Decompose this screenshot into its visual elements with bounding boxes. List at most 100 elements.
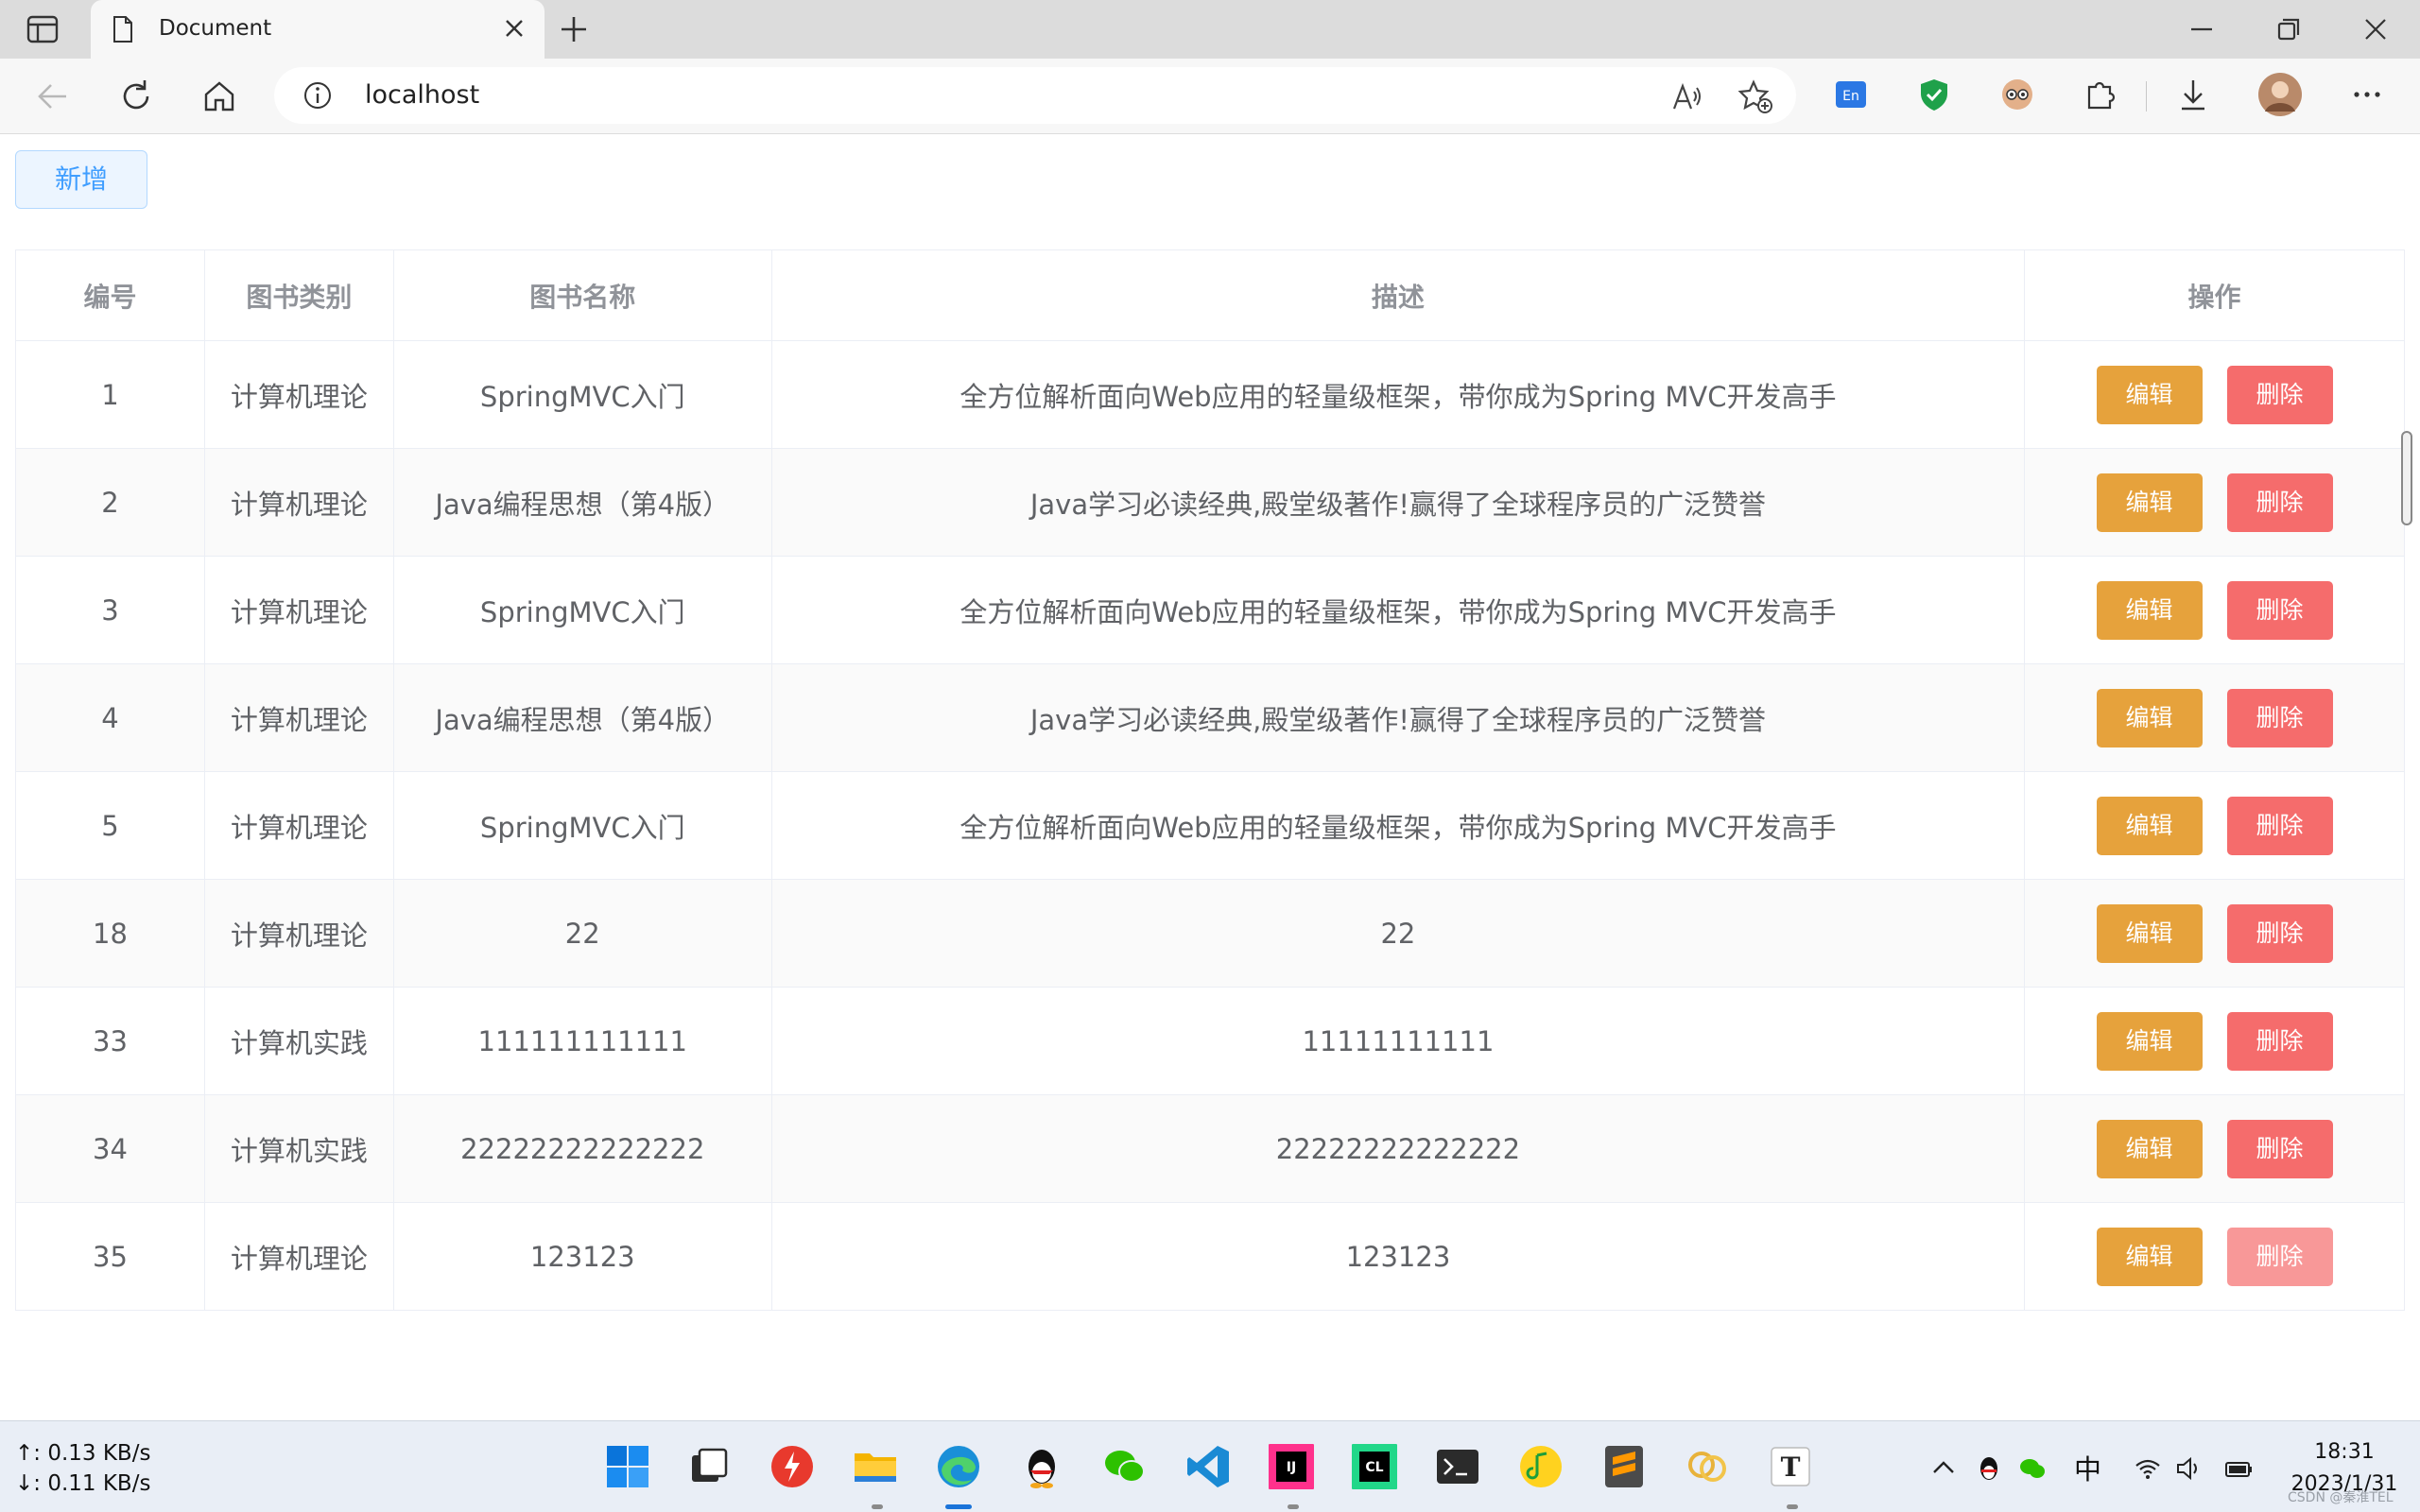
edge-browser-icon[interactable]: [934, 1442, 983, 1491]
edit-button[interactable]: 编辑: [2096, 1011, 2203, 1071]
delete-button[interactable]: 删除: [2226, 472, 2333, 532]
delete-button[interactable]: 删除: [2226, 580, 2333, 640]
svg-text:CL: CL: [1365, 1460, 1383, 1475]
edit-button[interactable]: 编辑: [2096, 580, 2203, 640]
cell-actions: 编辑 删除: [2024, 1202, 2405, 1311]
edit-button[interactable]: 编辑: [2096, 796, 2203, 855]
edit-button[interactable]: 编辑: [2096, 903, 2203, 963]
cell-category: 计算机理论: [203, 556, 394, 664]
cell-id: 33: [15, 987, 205, 1095]
delete-button[interactable]: 删除: [2226, 796, 2333, 855]
delete-button[interactable]: 删除: [2226, 1227, 2333, 1286]
translate-extension-icon[interactable]: En: [1832, 76, 1870, 113]
url-text[interactable]: localhost: [365, 80, 479, 110]
cell-description: 全方位解析面向Web应用的轻量级框架，带你成为Spring MVC开发高手: [770, 340, 2026, 449]
header-actions: 操作: [2024, 249, 2405, 341]
restore-icon[interactable]: [2273, 13, 2305, 45]
cell-id: 3: [15, 556, 205, 664]
network-speed: ↑: 0.13 KB/s ↓: 0.11 KB/s: [15, 1438, 150, 1499]
minimize-icon[interactable]: [2186, 13, 2218, 45]
cell-id: 1: [15, 340, 205, 449]
tampermonkey-extension-icon[interactable]: [1998, 76, 2036, 113]
add-favorite-icon[interactable]: [1737, 78, 1773, 114]
tab-title: Document: [159, 16, 272, 41]
intellij-app-icon[interactable]: IJ: [1267, 1442, 1316, 1491]
shield-extension-icon[interactable]: [1915, 76, 1953, 113]
cell-id: 18: [15, 879, 205, 988]
edit-button[interactable]: 编辑: [2096, 1227, 2203, 1286]
cell-category: 计算机实践: [203, 1094, 394, 1203]
baidu-netdisk-icon[interactable]: [1683, 1442, 1732, 1491]
edit-button[interactable]: 编辑: [2096, 1119, 2203, 1178]
clock-time: 18:31: [2314, 1440, 2375, 1464]
wifi-icon[interactable]: [2133, 1453, 2163, 1484]
delete-button[interactable]: 删除: [2226, 365, 2333, 424]
table-row: 4 计算机理论 Java编程思想（第4版） Java学习必读经典,殿堂级著作!赢…: [15, 663, 2405, 772]
cell-actions: 编辑 删除: [2024, 879, 2405, 988]
cell-actions: 编辑 删除: [2024, 771, 2405, 880]
delete-button[interactable]: 删除: [2226, 688, 2333, 747]
svg-text:T: T: [1781, 1452, 1801, 1483]
edit-button[interactable]: 编辑: [2096, 472, 2203, 532]
table-row: 35 计算机理论 123123 123123 编辑 删除: [15, 1202, 2405, 1311]
svg-text:En: En: [1842, 89, 1859, 104]
start-windows-icon[interactable]: [603, 1442, 652, 1491]
profile-avatar[interactable]: [2257, 72, 2303, 117]
show-hidden-icons-chevron-icon[interactable]: [1928, 1453, 1959, 1484]
delete-button[interactable]: 删除: [2226, 1011, 2333, 1071]
table-row: 18 计算机理论 22 22 编辑 删除: [15, 879, 2405, 988]
cell-name: Java编程思想（第4版）: [392, 663, 772, 772]
add-button[interactable]: 新增: [15, 150, 147, 209]
edit-button[interactable]: 编辑: [2096, 688, 2203, 747]
delete-button[interactable]: 删除: [2226, 1119, 2333, 1178]
more-menu-icon[interactable]: [2348, 76, 2386, 113]
cell-description: 22222222222222: [770, 1094, 2026, 1203]
read-aloud-icon[interactable]: [1671, 80, 1703, 112]
file-explorer-icon[interactable]: [851, 1442, 900, 1491]
scrollbar-thumb[interactable]: [2401, 431, 2412, 525]
table-header-row: 编号 图书类别 图书名称 描述 操作: [15, 249, 2405, 341]
running-indicator: [1787, 1504, 1798, 1509]
qq-tray-icon[interactable]: [1974, 1453, 2004, 1484]
cell-id: 34: [15, 1094, 205, 1203]
extensions-puzzle-icon[interactable]: [2082, 76, 2119, 113]
new-tab-icon[interactable]: [558, 13, 590, 45]
address-bar[interactable]: localhost: [274, 67, 1796, 124]
svg-text:IJ: IJ: [1287, 1460, 1296, 1475]
wechat-app-icon[interactable]: [1100, 1442, 1150, 1491]
tab-actions-icon[interactable]: [26, 15, 59, 43]
sublime-text-icon[interactable]: [1599, 1442, 1649, 1491]
close-window-icon[interactable]: [2360, 13, 2392, 45]
volume-icon[interactable]: [2174, 1453, 2204, 1484]
tab-strip: Document: [0, 0, 2420, 60]
clion-app-icon[interactable]: CL: [1350, 1442, 1399, 1491]
close-tab-icon[interactable]: [501, 15, 527, 42]
music-app-icon[interactable]: [1516, 1442, 1565, 1491]
input-method-indicator[interactable]: 中: [2074, 1448, 2101, 1487]
site-info-icon[interactable]: [302, 80, 333, 111]
wechat-tray-icon[interactable]: [2017, 1453, 2048, 1484]
back-arrow-icon[interactable]: [34, 77, 72, 115]
cell-description: 全方位解析面向Web应用的轻量级框架，带你成为Spring MVC开发高手: [770, 771, 2026, 880]
watermark: CSDN @秦淮TEL: [2288, 1490, 2394, 1505]
terminal-app-icon[interactable]: [1433, 1442, 1482, 1491]
cell-name: 111111111111: [392, 987, 772, 1095]
home-icon[interactable]: [200, 77, 238, 115]
delete-button[interactable]: 删除: [2226, 903, 2333, 963]
typora-app-icon[interactable]: T: [1766, 1442, 1815, 1491]
refresh-icon[interactable]: [117, 77, 155, 115]
browser-tab[interactable]: Document: [91, 0, 544, 60]
cell-id: 2: [15, 448, 205, 557]
clash-app-icon[interactable]: [768, 1442, 817, 1491]
cell-actions: 编辑 删除: [2024, 556, 2405, 664]
edit-button[interactable]: 编辑: [2096, 365, 2203, 424]
task-view-icon[interactable]: [684, 1442, 734, 1491]
battery-icon[interactable]: [2223, 1453, 2254, 1484]
qq-app-icon[interactable]: [1017, 1442, 1066, 1491]
cell-category: 计算机理论: [203, 1202, 394, 1311]
download-icon[interactable]: [2174, 76, 2212, 113]
cell-actions: 编辑 删除: [2024, 340, 2405, 449]
vscode-app-icon[interactable]: [1184, 1442, 1233, 1491]
active-indicator: [945, 1504, 972, 1509]
cell-name: 22222222222222: [392, 1094, 772, 1203]
